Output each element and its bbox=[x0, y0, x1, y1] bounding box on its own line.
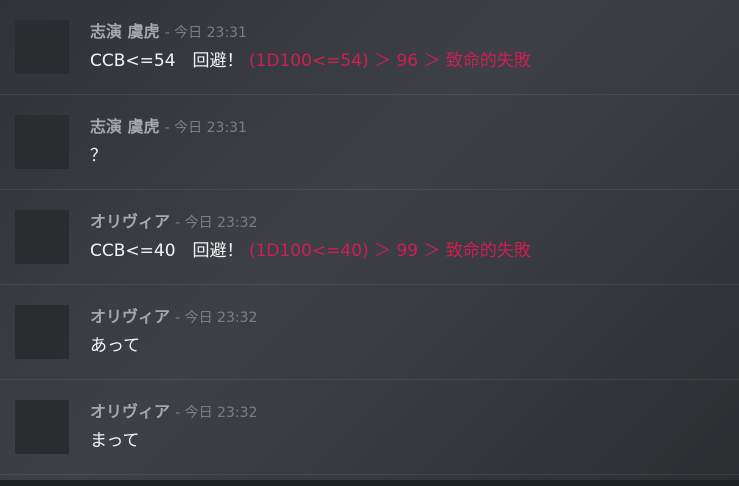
timestamp: - 今日 23:32 bbox=[175, 215, 258, 231]
message-text: まって bbox=[90, 431, 140, 451]
chat-message[interactable]: オリヴィア - 今日 23:32 まって bbox=[0, 380, 739, 475]
message-header: オリヴィア - 今日 23:32 bbox=[90, 402, 257, 423]
bottom-edge bbox=[0, 480, 739, 486]
timestamp: - 今日 23:31 bbox=[164, 25, 247, 41]
message-text: CCB<=54 回避！ bbox=[90, 51, 244, 71]
avatar[interactable] bbox=[15, 400, 69, 454]
timestamp: - 今日 23:32 bbox=[175, 310, 258, 326]
message-body: ？ bbox=[90, 145, 107, 167]
message-text: CCB<=40 回避！ bbox=[90, 241, 244, 261]
message-header: オリヴィア - 今日 23:32 bbox=[90, 212, 257, 233]
message-text: あって bbox=[90, 336, 141, 356]
avatar[interactable] bbox=[15, 210, 69, 264]
message-header: オリヴィア - 今日 23:32 bbox=[90, 307, 257, 328]
message-body: CCB<=54 回避！ (1D100<=54) ＞ 96 ＞ 致命的失敗 bbox=[90, 50, 531, 72]
chat-message[interactable]: オリヴィア - 今日 23:32 CCB<=40 回避！ (1D100<=40)… bbox=[0, 190, 739, 285]
avatar[interactable] bbox=[15, 20, 69, 74]
message-header: 志演 虞虎 - 今日 23:31 bbox=[90, 117, 247, 138]
author-name[interactable]: 志演 虞虎 bbox=[90, 117, 160, 136]
dice-result: (1D100<=54) ＞ 96 ＞ 致命的失敗 bbox=[248, 51, 531, 71]
message-body: CCB<=40 回避！ (1D100<=40) ＞ 99 ＞ 致命的失敗 bbox=[90, 240, 531, 262]
dice-result: (1D100<=40) ＞ 99 ＞ 致命的失敗 bbox=[248, 241, 531, 261]
avatar[interactable] bbox=[15, 115, 69, 169]
message-header: 志演 虞虎 - 今日 23:31 bbox=[90, 22, 247, 43]
avatar[interactable] bbox=[15, 305, 69, 359]
author-name[interactable]: オリヴィア bbox=[90, 307, 170, 326]
message-body: あって bbox=[90, 335, 140, 357]
message-text: ？ bbox=[90, 146, 107, 166]
chat-log: 志演 虞虎 - 今日 23:31 CCB<=54 回避！ (1D100<=54)… bbox=[0, 0, 739, 480]
author-name[interactable]: オリヴィア bbox=[90, 402, 170, 421]
author-name[interactable]: オリヴィア bbox=[90, 212, 170, 231]
timestamp: - 今日 23:32 bbox=[175, 405, 258, 421]
message-body: まって bbox=[90, 430, 139, 452]
timestamp: - 今日 23:31 bbox=[164, 120, 247, 136]
author-name[interactable]: 志演 虞虎 bbox=[90, 22, 160, 41]
chat-message[interactable]: 志演 虞虎 - 今日 23:31 ？ bbox=[0, 95, 739, 190]
chat-message[interactable]: オリヴィア - 今日 23:32 あって bbox=[0, 285, 739, 380]
chat-message[interactable]: 志演 虞虎 - 今日 23:31 CCB<=54 回避！ (1D100<=54)… bbox=[0, 0, 739, 95]
